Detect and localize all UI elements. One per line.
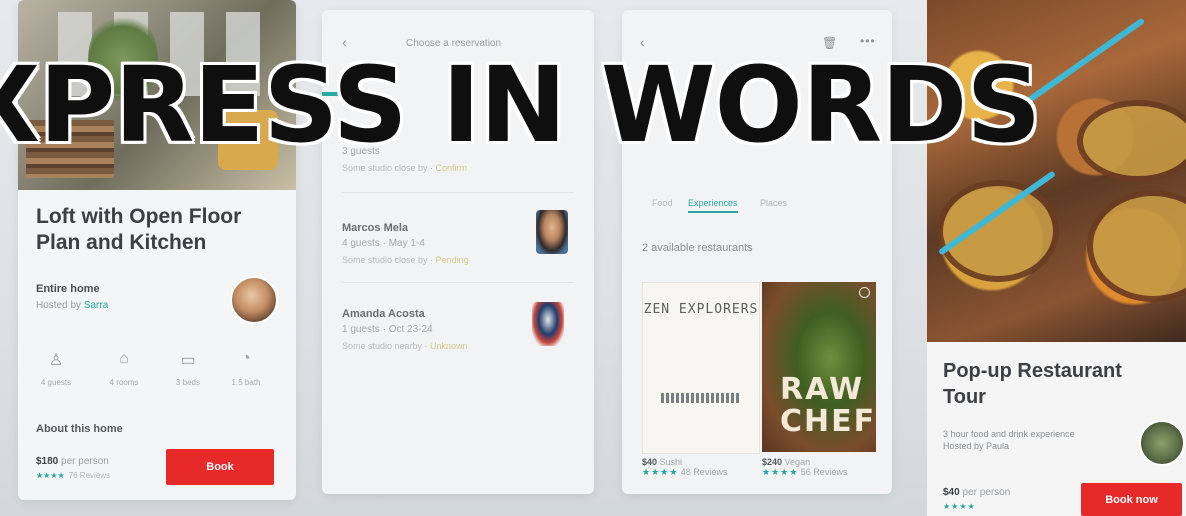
amenity-beds: ▭ 3 beds	[158, 350, 218, 387]
amenity-label: 4 rooms	[109, 378, 139, 387]
amenity-guests: ♙ 4 guests	[26, 350, 86, 387]
restaurant-tag: Vegan	[784, 457, 811, 467]
price-value: $40	[943, 487, 960, 498]
review-count: 56 Reviews	[800, 467, 848, 477]
guests-icon: ♙	[48, 352, 64, 369]
tour-title: Pop-up Restaurant Tour	[943, 360, 1122, 408]
tour-desc: 3 hour food and drink experience	[943, 429, 1075, 439]
divider	[342, 192, 574, 193]
bowl-shape	[1077, 100, 1186, 182]
listing-price: $180 per person	[36, 456, 109, 467]
listing-title: Loft with Open Floor Plan and Kitchen	[36, 205, 242, 254]
host-avatar[interactable]	[1139, 420, 1185, 466]
amenity-label: 4 guests	[40, 378, 72, 387]
guest-avatar[interactable]	[532, 302, 564, 346]
cover-title: ZEN EXPLORERS	[643, 302, 759, 317]
headline-text: XPRESS IN WORDS	[0, 44, 1041, 166]
amenity-label: 1.5 bath	[231, 378, 261, 387]
status-tag: Pending	[435, 255, 469, 265]
price-suffix: per person	[962, 487, 1011, 498]
about-heading: About this home	[36, 423, 123, 435]
listing-host: Hosted by Sarra	[36, 300, 108, 311]
mountain-line-icon	[661, 393, 741, 403]
host-link[interactable]: Sarra	[84, 300, 108, 311]
status-text: Some studio close by	[342, 255, 428, 265]
reservation-status: Some studio close by · Pending	[342, 255, 469, 265]
tab-food[interactable]: Food	[652, 198, 673, 208]
review-count: 48 Reviews	[680, 467, 728, 477]
amenity-rooms: ⌂ 4 rooms	[94, 350, 154, 387]
star-icons: ★★★★	[943, 502, 976, 511]
divider	[342, 282, 574, 283]
restaurant-price: $40	[642, 457, 658, 467]
restaurant-cover-zen[interactable]: ZEN EXPLORERS	[642, 282, 760, 454]
guest-avatar[interactable]	[536, 210, 568, 254]
bed-icon: ▭	[180, 352, 196, 369]
tour-description: 3 hour food and drink experience Hosted b…	[943, 428, 1133, 452]
amenity-bath: ◔ 1.5 bath	[216, 350, 276, 387]
listing-type: Entire home	[36, 283, 100, 295]
tab-experiences[interactable]: Experiences	[688, 198, 738, 213]
bowl-shape	[937, 180, 1059, 282]
review-count: 76 Reviews	[68, 471, 111, 480]
available-count: 2 available restaurants	[642, 242, 753, 254]
tab-places[interactable]: Places	[760, 198, 787, 208]
book-button[interactable]: Book	[166, 449, 274, 485]
rooms-icon: ⌂	[119, 350, 129, 367]
status-text: Some studio nearby	[342, 341, 423, 351]
bath-icon: ◔	[241, 350, 251, 367]
host-avatar[interactable]	[230, 276, 278, 324]
restaurant-tag: Sushi	[659, 457, 683, 467]
restaurant-meta: $40 Sushi ★★★★ 48 Reviews	[642, 457, 727, 478]
restaurant-cover-raw[interactable]: RAW CHEF	[762, 282, 876, 452]
amenity-label: 3 beds	[175, 378, 201, 387]
tour-price: $40 per person	[943, 487, 1010, 498]
badge-icon	[859, 287, 870, 298]
price-value: $180	[36, 456, 59, 467]
cover-title: RAW CHEF	[780, 372, 876, 439]
star-icons: ★★★★	[762, 467, 799, 477]
price-suffix: per person	[61, 456, 109, 467]
star-icons: ★★★★	[36, 471, 65, 480]
hosted-prefix: Hosted by	[36, 300, 82, 311]
listing-rating: ★★★★ 76 Reviews	[36, 471, 110, 480]
status-tag: Unknown	[430, 341, 468, 351]
book-now-button[interactable]: Book now	[1081, 483, 1182, 516]
restaurant-meta: $240 Vegan ★★★★ 56 Reviews	[762, 457, 847, 478]
tour-host: Hosted by Paula	[943, 441, 1010, 451]
star-icons: ★★★★	[642, 467, 679, 477]
restaurant-price: $240	[762, 457, 783, 467]
bowl-shape	[1087, 190, 1186, 302]
